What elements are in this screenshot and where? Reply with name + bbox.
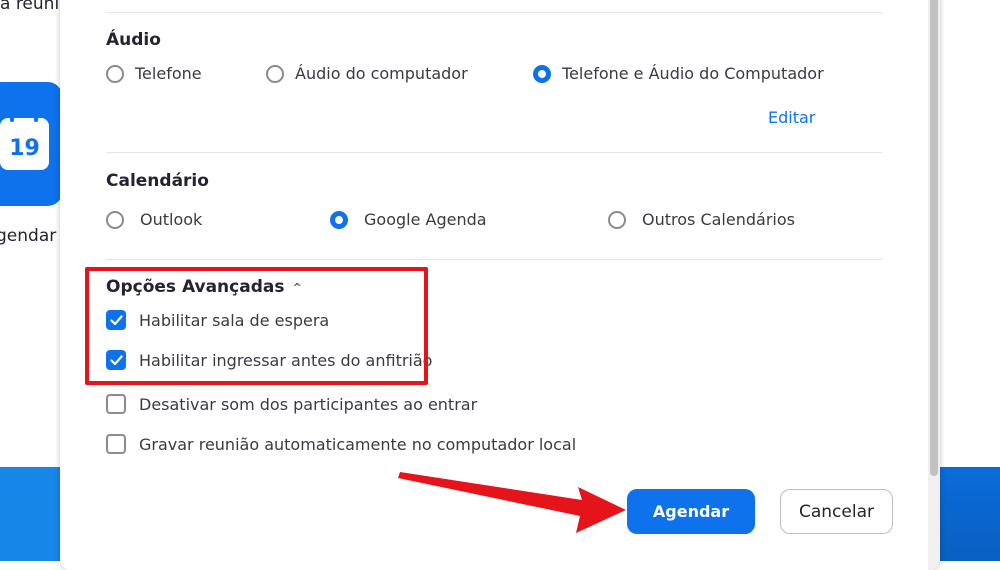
- annotation-arrow-icon: [398, 472, 626, 533]
